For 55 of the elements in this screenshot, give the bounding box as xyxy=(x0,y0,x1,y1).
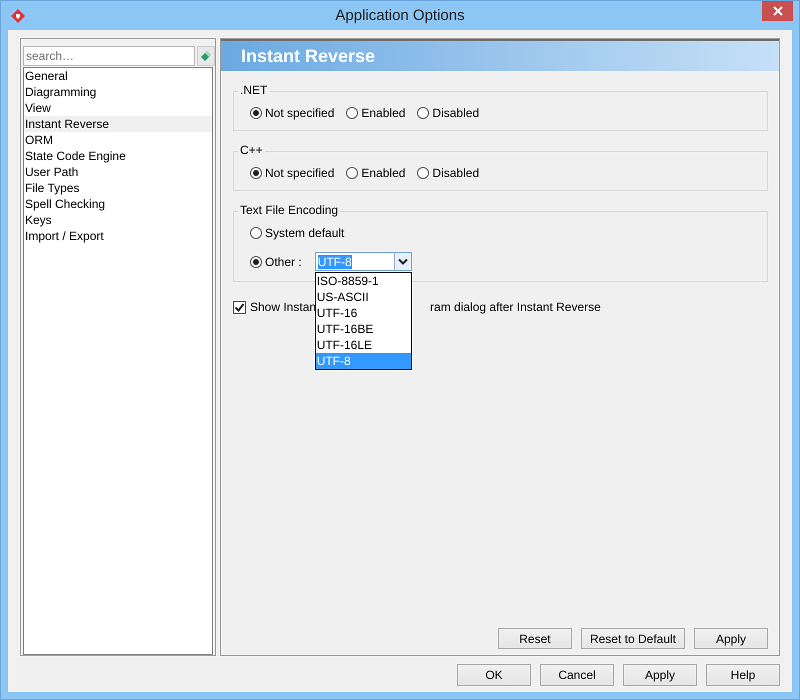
radio-button[interactable] xyxy=(250,256,262,268)
category-item[interactable]: Diagramming xyxy=(24,84,212,100)
caret-icon[interactable] xyxy=(394,253,411,270)
category-item[interactable]: Keys xyxy=(24,212,212,228)
group-title: C++ xyxy=(238,143,265,157)
category-item[interactable]: State Code Engine xyxy=(24,148,212,164)
radio-label: Not specified xyxy=(265,166,334,180)
checkbox-label: Show Instan xyxy=(250,300,316,314)
radio-button[interactable] xyxy=(250,227,262,239)
group-title: Text File Encoding xyxy=(238,203,340,217)
radio-label: System default xyxy=(265,226,344,240)
gem-icon xyxy=(199,49,214,63)
dialog-button[interactable]: OK xyxy=(457,664,531,686)
radio-button[interactable] xyxy=(346,167,358,179)
panel-button[interactable]: Reset xyxy=(498,628,572,649)
checkbox[interactable] xyxy=(233,300,246,314)
category-item[interactable]: Spell Checking xyxy=(24,196,212,212)
checkbox-label: ram dialog after Instant Reverse xyxy=(430,300,601,314)
dropdown-option[interactable]: US-ASCII xyxy=(316,289,411,305)
app-logo-icon xyxy=(10,8,26,24)
panel-button[interactable]: Apply xyxy=(694,628,768,649)
search-button[interactable] xyxy=(197,46,215,66)
panel-title: Instant Reverse xyxy=(241,46,376,66)
category-item[interactable]: Instant Reverse xyxy=(24,116,212,132)
dropdown-option[interactable]: ISO-8859-1 xyxy=(316,273,411,289)
radio-button[interactable] xyxy=(250,107,262,119)
dialog-button[interactable]: Help xyxy=(706,664,780,686)
close-button[interactable] xyxy=(762,1,793,21)
dialog-button[interactable]: Cancel xyxy=(540,664,614,686)
radio-button[interactable] xyxy=(417,107,430,119)
dropdown-value: UTF-8 xyxy=(318,254,352,268)
category-item[interactable]: View xyxy=(24,100,212,116)
category-item[interactable]: File Types xyxy=(24,180,212,196)
close-icon xyxy=(772,6,782,16)
dropdown-option[interactable]: UTF-16LE xyxy=(316,337,411,353)
search-field[interactable]: search… xyxy=(23,46,196,66)
dropdown-option[interactable]: UTF-16 xyxy=(316,305,411,321)
radio-button[interactable] xyxy=(417,167,430,179)
radio-label: Disabled xyxy=(432,166,480,180)
radio-button[interactable] xyxy=(250,167,262,179)
radio-label: Enabled xyxy=(361,106,406,120)
radio-label: Not specified xyxy=(265,106,334,120)
radio-label: Enabled xyxy=(361,166,406,180)
group-title: .NET xyxy=(238,83,270,97)
radio-button[interactable] xyxy=(346,107,358,119)
panel-button[interactable]: Reset to Default xyxy=(580,628,685,649)
radio-label: Disabled xyxy=(432,106,480,120)
category-item[interactable]: ORM xyxy=(24,132,212,148)
category-item[interactable]: Import / Export xyxy=(24,228,212,244)
category-item[interactable]: User Path xyxy=(24,164,212,180)
dialog-button[interactable]: Apply xyxy=(623,664,697,686)
radio-label: Other : xyxy=(265,254,302,268)
window-title: Application Options xyxy=(334,7,466,24)
dropdown-option[interactable]: UTF-16BE xyxy=(316,321,411,337)
category-item[interactable]: General xyxy=(24,68,212,84)
